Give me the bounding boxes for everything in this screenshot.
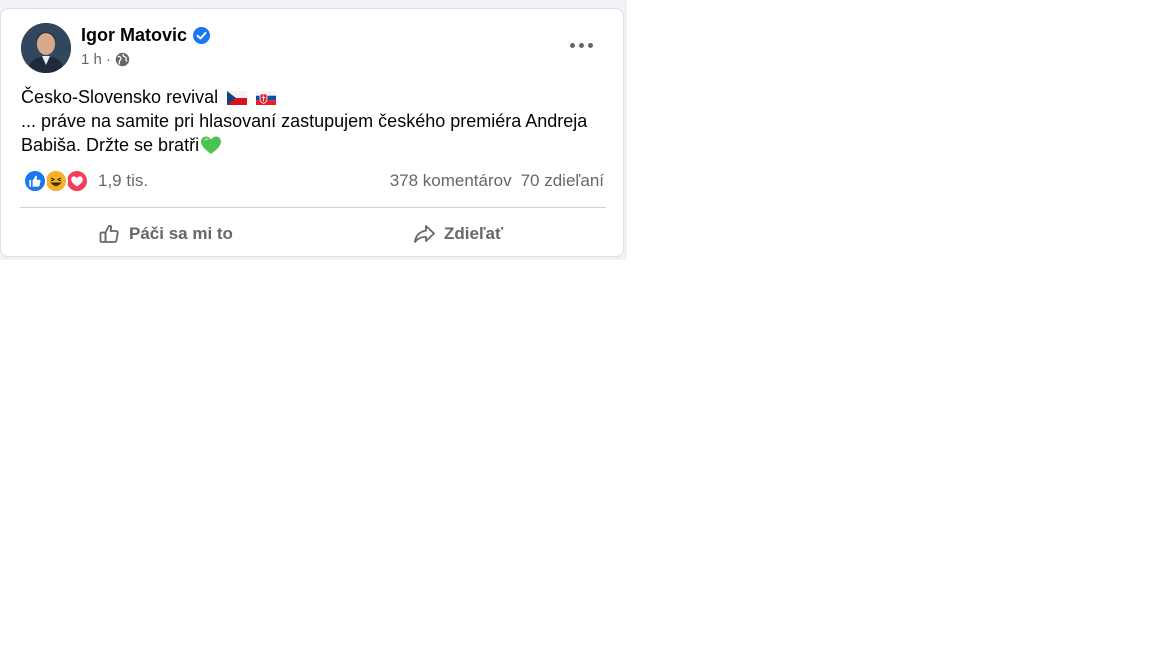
- haha-icon: [44, 169, 68, 193]
- like-button-label: Páči sa mi to: [129, 224, 233, 243]
- post-stats: 378 komentárov 70 zdieľaní: [390, 171, 604, 191]
- avatar[interactable]: [21, 23, 71, 73]
- reactions-summary[interactable]: 1,9 tis.: [23, 169, 148, 193]
- divider: [20, 207, 606, 208]
- share-icon: [414, 225, 435, 243]
- post-text-line-3: Babiša. Držte se bratři: [21, 133, 611, 157]
- slovak-flag-icon: [256, 91, 277, 105]
- avatar-image: [21, 23, 71, 73]
- like-button[interactable]: Páči sa mi to: [98, 219, 233, 249]
- czech-flag-icon: [227, 91, 248, 105]
- love-icon: [65, 169, 89, 193]
- post-text-title: Česko-Slovensko revival: [21, 87, 219, 107]
- shares-count[interactable]: 70 zdieľaní: [521, 171, 604, 191]
- verified-badge-icon: [193, 26, 211, 44]
- dot-icon: [569, 42, 575, 48]
- dot-icon: [587, 42, 593, 48]
- thumbs-up-icon: [99, 224, 119, 243]
- post-meta: 1 h ·: [81, 51, 130, 68]
- dot-icon: [578, 42, 584, 48]
- green-heart-icon: [201, 136, 222, 154]
- more-options-button[interactable]: [561, 31, 601, 59]
- post-text-ending: Babiša. Držte se bratři: [21, 135, 200, 155]
- post-text-line-2: ... práve na samite pri hlasovaní zastup…: [21, 111, 588, 131]
- like-icon: [23, 169, 47, 193]
- meta-separator: ·: [105, 51, 111, 68]
- comments-count[interactable]: 378 komentárov: [390, 171, 512, 191]
- share-button-label: Zdieľať: [444, 224, 504, 243]
- post-text: Česko-Slovensko revival ... práve na sam…: [21, 85, 611, 157]
- post-card: Igor Matovic 1 h · Česko-Slovensko reviv…: [0, 8, 624, 257]
- post-text-line-1: Česko-Slovensko revival: [21, 85, 611, 109]
- globe-icon[interactable]: [115, 52, 130, 67]
- author-row: Igor Matovic: [81, 24, 211, 46]
- reaction-count[interactable]: 1,9 tis.: [98, 171, 148, 191]
- post-time[interactable]: 1 h: [81, 51, 102, 68]
- share-button[interactable]: Zdieľať: [412, 219, 503, 249]
- author-name[interactable]: Igor Matovic: [81, 25, 187, 46]
